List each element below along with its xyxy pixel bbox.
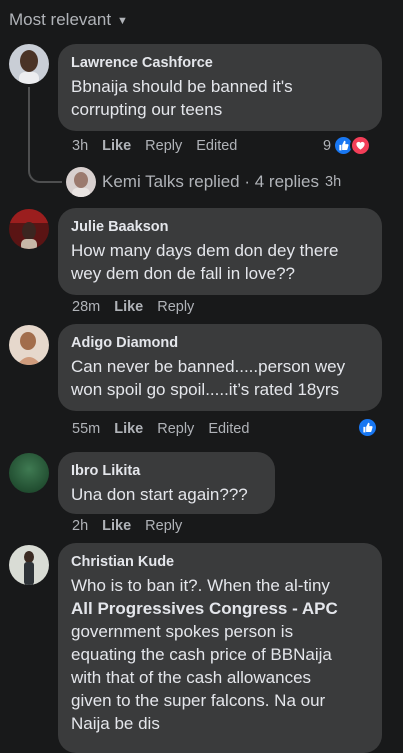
avatar-lawrence-cashforce[interactable] (9, 44, 49, 84)
love-icon (350, 135, 372, 156)
sort-label: Most relevant (9, 10, 112, 29)
replies-time: 3h (325, 174, 342, 190)
like-button[interactable]: Like (102, 518, 131, 534)
comment-text: Can never be banned.....person wey won s… (71, 357, 346, 399)
like-button[interactable]: Like (102, 138, 131, 154)
comment-time[interactable]: 28m (72, 299, 100, 315)
reply-button[interactable]: Reply (157, 299, 194, 315)
comment-actions: 55m Like Reply Edited (72, 421, 249, 437)
comment-text: Who is to ban it?. When the al-tiny All … (71, 576, 338, 733)
comment-actions: 3h Like Reply Edited (72, 138, 237, 154)
comment-text: How many days dem don dey there wey dem … (71, 241, 339, 283)
comment-text: Bbnaija should be banned it's corrupting… (71, 77, 293, 119)
avatar-image (66, 167, 96, 197)
edited-label: Edited (208, 421, 250, 437)
avatar-image (9, 545, 49, 585)
avatar-kemi-talks (66, 167, 96, 197)
like-icon (357, 417, 378, 438)
comment-bubble: Julie Baakson How many days dem don dey … (58, 208, 382, 295)
comment-time[interactable]: 55m (72, 421, 100, 437)
comment-bubble: Christian Kude Who is to ban it?. When t… (58, 543, 382, 753)
avatar-image (9, 209, 49, 249)
avatar-ibro-likita[interactable] (9, 453, 49, 493)
comment-author[interactable]: Christian Kude (71, 553, 369, 571)
comment-actions: 2h Like Reply (72, 518, 182, 534)
comment-text: Una don start again??? (71, 485, 248, 504)
comment-author[interactable]: Lawrence Cashforce (71, 54, 369, 72)
edited-label: Edited (196, 138, 238, 154)
avatar-julie-baakson[interactable] (9, 209, 49, 249)
like-button[interactable]: Like (114, 421, 143, 437)
reply-button[interactable]: Reply (145, 138, 182, 154)
avatar-christian-kude[interactable] (9, 545, 49, 585)
replies-text: Kemi Talks replied · 4 replies (102, 172, 319, 191)
avatar-image (9, 44, 49, 84)
sort-dropdown[interactable]: Most relevant ▼ (9, 10, 128, 30)
reaction-count: 9 (323, 137, 332, 154)
comment-bubble: Lawrence Cashforce Bbnaija should be ban… (58, 44, 382, 131)
comment-author[interactable]: Adigo Diamond (71, 334, 369, 352)
comment-bubble: Adigo Diamond Can never be banned.....pe… (58, 324, 382, 411)
reaction-summary[interactable] (357, 417, 378, 438)
like-button[interactable]: Like (114, 299, 143, 315)
comment-bubble: Ibro Likita Una don start again??? (58, 452, 275, 514)
thread-connector-line (28, 87, 62, 183)
avatar-image (9, 325, 49, 365)
comment-time[interactable]: 3h (72, 138, 88, 154)
mention-link[interactable]: All Progressives Congress - APC (71, 599, 338, 618)
reaction-summary[interactable]: 9 (323, 135, 372, 156)
comment-actions: 28m Like Reply (72, 299, 194, 315)
reply-button[interactable]: Reply (145, 518, 182, 534)
caret-down-icon: ▼ (117, 15, 128, 27)
avatar-adigo-diamond[interactable] (9, 325, 49, 365)
view-replies-link[interactable]: Kemi Talks replied · 4 replies 3h (66, 167, 341, 197)
comment-author[interactable]: Julie Baakson (71, 218, 369, 236)
avatar-image (9, 453, 49, 493)
comment-time[interactable]: 2h (72, 518, 88, 534)
comment-author[interactable]: Ibro Likita (71, 462, 262, 480)
reply-button[interactable]: Reply (157, 421, 194, 437)
